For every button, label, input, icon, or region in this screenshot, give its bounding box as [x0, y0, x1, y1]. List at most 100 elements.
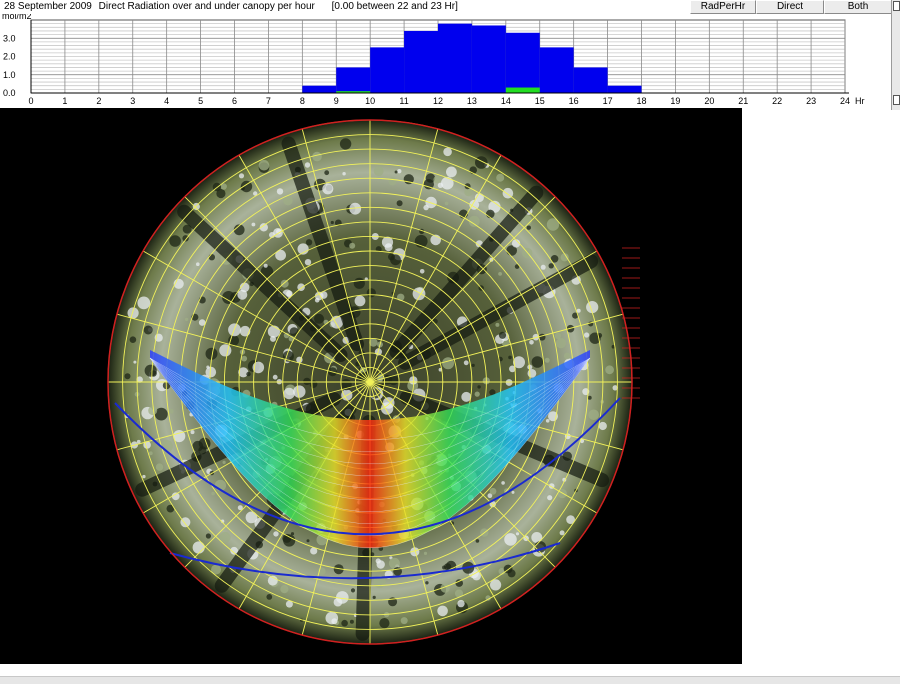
canopy-speck — [531, 356, 544, 368]
canopy-speck — [373, 166, 384, 177]
x-tick-label: 1 — [62, 96, 67, 106]
canopy-speck — [143, 325, 153, 335]
canopy-speck — [196, 262, 200, 266]
canopy-speck — [507, 569, 516, 578]
canopy-speck — [341, 619, 348, 627]
canopy-speck — [508, 355, 512, 360]
canopy-speck — [584, 332, 590, 338]
canopy-speck — [419, 269, 425, 274]
canopy-speck — [276, 188, 284, 195]
direct-button[interactable]: Direct — [756, 0, 824, 14]
canopy-speck — [238, 173, 245, 179]
canopy-speck — [423, 551, 428, 555]
x-tick-label: 13 — [467, 96, 477, 106]
scroll-down-icon[interactable] — [893, 95, 900, 105]
canopy-speck — [400, 617, 408, 625]
x-tick-label: 14 — [501, 96, 511, 106]
canopy-speck — [258, 159, 270, 171]
x-tick-label: 17 — [603, 96, 613, 106]
canopy-speck — [155, 463, 164, 471]
bar-over-canopy — [573, 67, 608, 93]
canopy-speck — [322, 183, 334, 195]
canopy-speck — [124, 373, 131, 380]
canopy-speck — [442, 357, 455, 370]
canopy-speck — [148, 451, 153, 456]
canopy-speck — [309, 380, 318, 388]
x-tick-label: 4 — [164, 96, 169, 106]
canopy-speck — [219, 344, 232, 357]
canopy-speck — [475, 156, 488, 169]
view-toggle-group: RadPerHr Direct Both — [690, 0, 892, 14]
x-axis-label: Hr — [855, 96, 865, 106]
rad-per-hr-button[interactable]: RadPerHr — [690, 0, 756, 14]
x-tick-label: 24 — [840, 96, 850, 106]
canopy-speck — [280, 585, 289, 594]
date-label: 28 September 2009 — [4, 1, 92, 12]
bar-over-canopy — [370, 47, 405, 93]
canopy-speck — [464, 188, 473, 197]
both-button[interactable]: Both — [824, 0, 892, 14]
canopy-speck — [437, 605, 448, 617]
canopy-speck — [394, 170, 398, 174]
x-tick-label: 0 — [28, 96, 33, 106]
canopy-speck — [303, 377, 311, 386]
canopy-speck — [588, 409, 599, 421]
canopy-speck — [379, 618, 390, 629]
canopy-speck — [280, 279, 289, 288]
canopy-speck — [376, 560, 385, 569]
canopy-speck — [263, 263, 268, 268]
canopy-speck — [267, 325, 280, 338]
canopy-speck — [437, 182, 444, 188]
canopy-speck — [137, 296, 151, 310]
side-scrollbar[interactable] — [891, 0, 900, 110]
canopy-speck — [273, 531, 279, 537]
canopy-speck — [353, 277, 365, 289]
canopy-speck — [544, 357, 550, 363]
canopy-speck — [369, 338, 378, 347]
x-tick-label: 6 — [232, 96, 237, 106]
bar-over-canopy — [438, 23, 472, 93]
canopy-speck — [289, 327, 299, 336]
x-tick-label: 16 — [569, 96, 579, 106]
canopy-speck — [339, 138, 352, 150]
x-tick-label: 11 — [399, 96, 408, 106]
canopy-speck — [559, 530, 565, 536]
canopy-speck — [219, 531, 231, 543]
bar-over-canopy — [471, 25, 506, 93]
x-tick-label: 2 — [96, 96, 101, 106]
canopy-speck — [168, 408, 174, 414]
canopy-speck — [246, 371, 251, 377]
canopy-speck — [474, 391, 480, 397]
canopy-speck — [324, 170, 330, 176]
canopy-speck — [486, 209, 495, 219]
canopy-speck — [388, 177, 397, 186]
chart-header: 28 September 2009 Direct Radiation over … — [0, 0, 690, 14]
canopy-speck — [330, 220, 334, 225]
bar-over-canopy — [607, 85, 642, 93]
scroll-up-icon[interactable] — [893, 1, 900, 11]
canopy-speck — [304, 259, 312, 266]
x-tick-label: 23 — [806, 96, 816, 106]
canopy-speck — [396, 200, 403, 207]
range-note: [0.00 between 22 and 23 Hr] — [331, 1, 458, 12]
x-tick-label: 15 — [535, 96, 545, 106]
y-tick-label: 3.0 — [3, 33, 16, 43]
x-tick-label: 12 — [433, 96, 443, 106]
canopy-speck — [342, 172, 346, 176]
canopy-speck — [272, 374, 278, 380]
canopy-speck — [184, 317, 189, 322]
canopy-speck — [397, 169, 402, 174]
canopy-speck — [192, 541, 205, 554]
canopy-speck — [527, 369, 537, 378]
canopy-speck — [489, 487, 497, 495]
canopy-speck — [350, 588, 356, 593]
canopy-speck — [529, 340, 534, 345]
canopy-speck — [251, 222, 256, 227]
x-tick-label: 5 — [198, 96, 203, 106]
y-tick-label: 2.0 — [3, 52, 16, 62]
y-tick-label: 1.0 — [3, 70, 16, 80]
canopy-speck — [208, 254, 215, 261]
canopy-speck — [545, 419, 550, 423]
x-tick-label: 9 — [334, 96, 339, 106]
canopy-speck — [501, 481, 505, 485]
